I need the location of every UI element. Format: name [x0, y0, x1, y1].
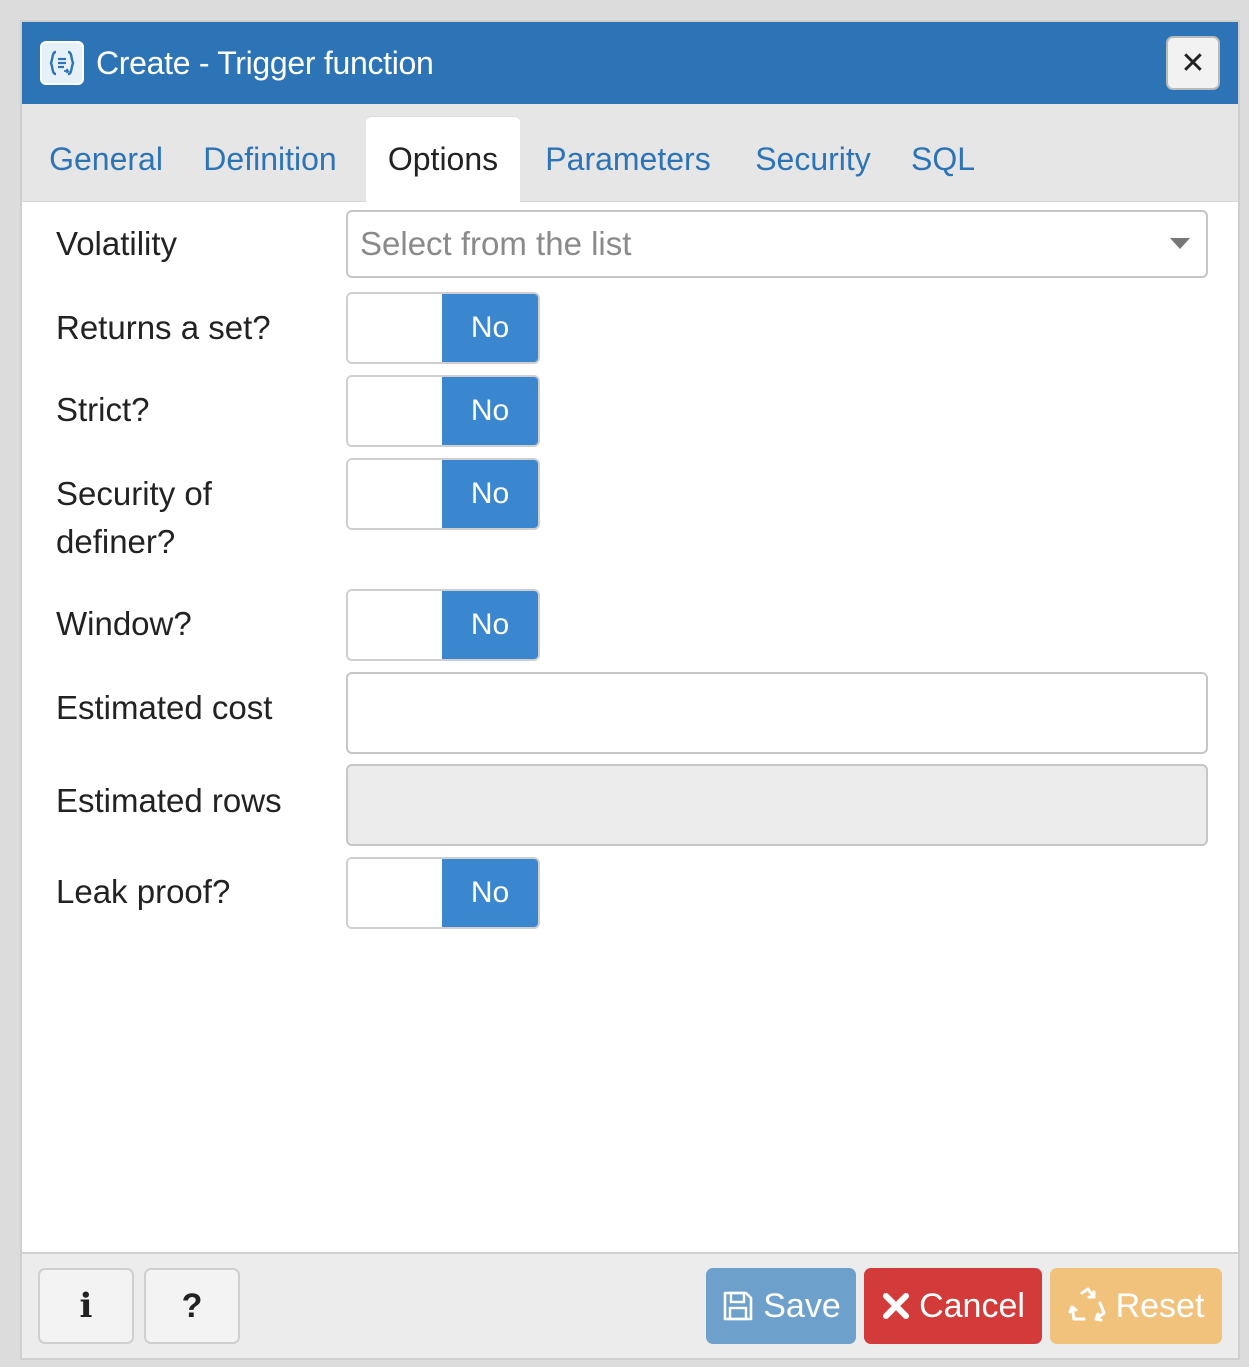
- reset-button[interactable]: Reset: [1050, 1268, 1222, 1344]
- tab-options[interactable]: Options: [366, 116, 520, 202]
- dialog-titlebar[interactable]: Create - Trigger function ✕: [22, 22, 1238, 104]
- tab-definition[interactable]: Definition: [190, 116, 350, 202]
- security-definer-label: Security of definer?: [56, 470, 212, 566]
- window-label: Window?: [56, 605, 192, 642]
- window-toggle[interactable]: No: [346, 589, 540, 661]
- strict-toggle[interactable]: No: [346, 375, 540, 447]
- security-definer-label-line2: definer?: [56, 523, 176, 560]
- toggle-state: No: [442, 377, 538, 445]
- chevron-down-icon: [1170, 238, 1190, 249]
- volatility-placeholder: Select from the list: [360, 225, 632, 262]
- dialog-title: Create - Trigger function: [96, 44, 434, 81]
- close-button[interactable]: ✕: [1166, 36, 1220, 90]
- toggle-state: No: [442, 859, 538, 927]
- leak-proof-label: Leak proof?: [56, 873, 231, 910]
- save-button[interactable]: Save: [706, 1268, 856, 1344]
- leak-proof-toggle[interactable]: No: [346, 857, 540, 929]
- x-icon: [881, 1291, 911, 1321]
- tab-bar: General Definition Options Parameters Se…: [22, 104, 1238, 202]
- toggle-state: No: [442, 591, 538, 659]
- reset-label: Reset: [1115, 1286, 1205, 1325]
- toggle-knob: [348, 377, 444, 445]
- floppy-disk-icon: [721, 1289, 755, 1323]
- cancel-label: Cancel: [919, 1286, 1025, 1325]
- estimated-rows-input: [346, 764, 1208, 846]
- estimated-rows-label: Estimated rows: [56, 782, 282, 819]
- returns-set-toggle[interactable]: No: [346, 292, 540, 364]
- toggle-knob: [348, 591, 444, 659]
- toggle-knob: [348, 294, 444, 362]
- estimated-cost-label: Estimated cost: [56, 689, 273, 726]
- volatility-label: Volatility: [56, 225, 178, 262]
- close-icon: ✕: [1180, 46, 1206, 80]
- strict-label: Strict?: [56, 391, 150, 428]
- help-icon: ?: [181, 1286, 203, 1325]
- toggle-knob: [348, 859, 444, 927]
- tab-sql[interactable]: SQL: [906, 116, 980, 202]
- recycle-icon: [1068, 1287, 1108, 1325]
- create-trigger-function-dialog: Create - Trigger function ✕ General Defi…: [20, 20, 1240, 1360]
- cancel-button[interactable]: Cancel: [864, 1268, 1042, 1344]
- info-button[interactable]: i: [38, 1268, 134, 1344]
- estimated-cost-input[interactable]: [346, 672, 1208, 754]
- tab-general[interactable]: General: [36, 116, 176, 202]
- toggle-state: No: [442, 460, 538, 528]
- volatility-select[interactable]: Select from the list: [346, 210, 1208, 278]
- help-button[interactable]: ?: [144, 1268, 240, 1344]
- returns-set-label: Returns a set?: [56, 309, 271, 346]
- trigger-function-icon: [40, 41, 84, 85]
- toggle-state: No: [442, 294, 538, 362]
- info-icon: i: [79, 1286, 93, 1326]
- dialog-footer: i ? Save Cancel Reset: [22, 1252, 1238, 1358]
- toggle-knob: [348, 460, 444, 528]
- tab-parameters[interactable]: Parameters: [536, 116, 720, 202]
- security-definer-label-line1: Security of: [56, 475, 212, 512]
- save-label: Save: [763, 1286, 841, 1325]
- tab-security[interactable]: Security: [748, 116, 878, 202]
- security-definer-toggle[interactable]: No: [346, 458, 540, 530]
